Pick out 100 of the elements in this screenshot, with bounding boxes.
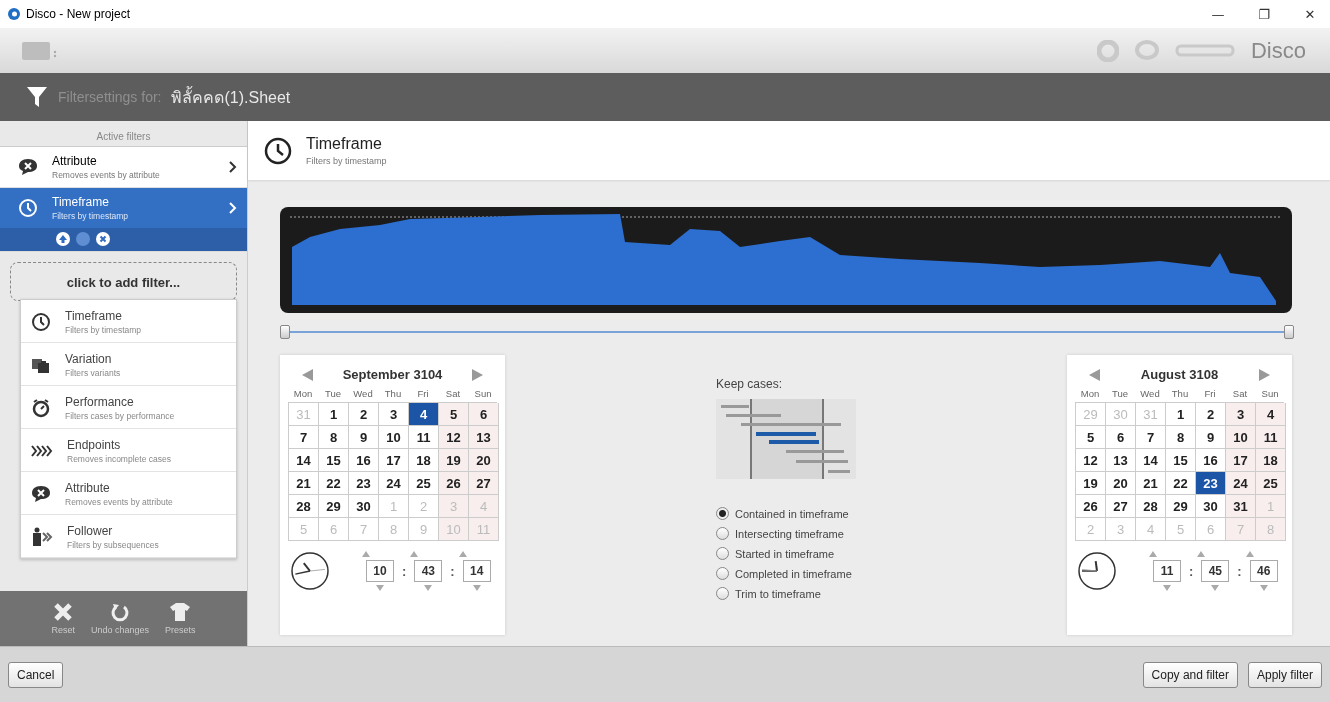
radio-option[interactable]: Completed in timeframe <box>716 567 852 580</box>
calendar-day[interactable]: 27 <box>469 472 499 495</box>
calendar-day[interactable]: 6 <box>469 403 499 426</box>
calendar-day[interactable]: 22 <box>319 472 349 495</box>
calendar-day[interactable]: 10 <box>379 426 409 449</box>
calendar-day[interactable]: 30 <box>349 495 379 518</box>
toggle-icon[interactable] <box>1175 42 1235 59</box>
calendar-day[interactable]: 9 <box>1196 426 1226 449</box>
calendar-day[interactable]: 4 <box>1256 403 1286 426</box>
calendar-day[interactable]: 7 <box>289 426 319 449</box>
calendar-day[interactable]: 18 <box>409 449 439 472</box>
footer-button[interactable]: Copy and filter <box>1142 661 1238 688</box>
calendar-day[interactable]: 14 <box>1136 449 1166 472</box>
calendar-day[interactable]: 3 <box>1226 403 1256 426</box>
time-field[interactable]: 46 <box>1249 560 1278 582</box>
calendar-day[interactable]: 28 <box>289 495 319 518</box>
calendar-day[interactable]: 14 <box>289 449 319 472</box>
decrement-icon[interactable] <box>1259 585 1268 591</box>
radio-option[interactable]: Intersecting timeframe <box>716 527 852 540</box>
radio-option[interactable]: Started in timeframe <box>716 547 852 560</box>
filter-menu-item[interactable]: Performance Filters cases by performance <box>21 386 236 429</box>
calendar-day[interactable]: 12 <box>1076 449 1106 472</box>
time-field[interactable]: 43 <box>414 560 443 582</box>
increment-icon[interactable] <box>1245 551 1254 557</box>
calendar-day[interactable]: 15 <box>1166 449 1196 472</box>
calendar-day[interactable]: 25 <box>409 472 439 495</box>
calendar-day[interactable]: 27 <box>1106 495 1136 518</box>
filter-menu-item[interactable]: Endpoints Removes incomplete cases <box>21 429 236 472</box>
slider-handle[interactable] <box>280 325 290 339</box>
calendar-day[interactable]: 31 <box>1226 495 1256 518</box>
time-field[interactable]: 11 <box>1153 560 1181 582</box>
calendar-day[interactable]: 5 <box>439 403 469 426</box>
calendar-day[interactable]: 25 <box>1256 472 1286 495</box>
calendar-day[interactable]: 8 <box>1166 426 1196 449</box>
calendar-day[interactable]: 23 <box>349 472 379 495</box>
calendar-day[interactable]: 5 <box>1076 426 1106 449</box>
slider-handle[interactable] <box>1284 325 1294 339</box>
calendar-day[interactable]: 30 <box>1196 495 1226 518</box>
time-field[interactable]: 14 <box>462 560 491 582</box>
calendar-day[interactable]: 13 <box>1106 449 1136 472</box>
remove-icon[interactable] <box>96 232 110 246</box>
calendar-day[interactable]: 19 <box>439 449 469 472</box>
radio-option[interactable]: Contained in timeframe <box>716 507 852 520</box>
calendar-day[interactable]: 20 <box>1106 472 1136 495</box>
filter-menu-item[interactable]: Timeframe Filters by timestamp <box>21 300 236 343</box>
calendar-day[interactable]: 17 <box>1226 449 1256 472</box>
move-up-icon[interactable] <box>56 232 70 246</box>
time-field[interactable]: 45 <box>1201 560 1230 582</box>
cancel-button[interactable]: Cancel <box>8 661 64 688</box>
calendar-day[interactable]: 11 <box>409 426 439 449</box>
filter-menu-item[interactable]: Attribute Removes events by attribute <box>21 472 236 515</box>
calendar-day[interactable]: 16 <box>349 449 379 472</box>
calendar-day[interactable]: 3 <box>379 403 409 426</box>
window-control-button[interactable]: ✕ <box>1290 0 1330 28</box>
calendar-day[interactable]: 6 <box>1106 426 1136 449</box>
previous-month-icon[interactable] <box>300 367 314 382</box>
calendar-day[interactable]: 13 <box>469 426 499 449</box>
time-field[interactable]: 10 <box>366 560 394 582</box>
calendar-day[interactable]: 2 <box>349 403 379 426</box>
previous-month-icon[interactable] <box>1087 367 1101 382</box>
calendar-day[interactable]: 1 <box>319 403 349 426</box>
filter-menu-item[interactable]: Variation Filters variants <box>21 343 236 386</box>
calendar-day[interactable]: 9 <box>349 426 379 449</box>
calendar-day[interactable]: 7 <box>1136 426 1166 449</box>
active-filter-item[interactable]: Timeframe Filters by timestamp <box>0 188 247 252</box>
calendar-day[interactable]: 12 <box>439 426 469 449</box>
increment-icon[interactable] <box>1197 551 1206 557</box>
radio-option[interactable]: Trim to timeframe <box>716 587 852 600</box>
calendar-day[interactable]: 10 <box>1226 426 1256 449</box>
calendar-day[interactable]: 11 <box>1256 426 1286 449</box>
calendar-day[interactable]: 26 <box>1076 495 1106 518</box>
calendar-day[interactable]: 29 <box>1166 495 1196 518</box>
menu-icon[interactable] <box>22 39 58 62</box>
calendar-day[interactable]: 4 <box>409 403 439 426</box>
calendar-day[interactable]: 21 <box>289 472 319 495</box>
calendar-day[interactable]: 29 <box>319 495 349 518</box>
calendar-day[interactable]: 17 <box>379 449 409 472</box>
increment-icon[interactable] <box>410 551 419 557</box>
window-control-button[interactable]: ❐ <box>1244 0 1284 28</box>
calendar-day[interactable]: 22 <box>1166 472 1196 495</box>
calendar-day[interactable]: 23 <box>1196 472 1226 495</box>
calendar-day[interactable]: 18 <box>1256 449 1286 472</box>
calendar-day[interactable]: 24 <box>379 472 409 495</box>
calendar-day[interactable]: 24 <box>1226 472 1256 495</box>
calendar-day[interactable]: 21 <box>1136 472 1166 495</box>
decrement-icon[interactable] <box>472 585 481 591</box>
window-control-button[interactable]: — <box>1198 0 1238 28</box>
next-month-icon[interactable] <box>1258 367 1272 382</box>
decrement-icon[interactable] <box>1163 585 1171 591</box>
calendar-day[interactable]: 8 <box>319 426 349 449</box>
calendar-day[interactable]: 28 <box>1136 495 1166 518</box>
active-filter-item[interactable]: Attribute Removes events by attribute <box>0 147 247 188</box>
calendar-day[interactable]: 20 <box>469 449 499 472</box>
next-month-icon[interactable] <box>471 367 485 382</box>
footer-button[interactable]: Apply filter <box>1247 661 1322 688</box>
decrement-icon[interactable] <box>424 585 433 591</box>
calendar-day[interactable]: 19 <box>1076 472 1106 495</box>
increment-icon[interactable] <box>362 551 370 557</box>
calendar-day[interactable]: 15 <box>319 449 349 472</box>
increment-icon[interactable] <box>1149 551 1157 557</box>
